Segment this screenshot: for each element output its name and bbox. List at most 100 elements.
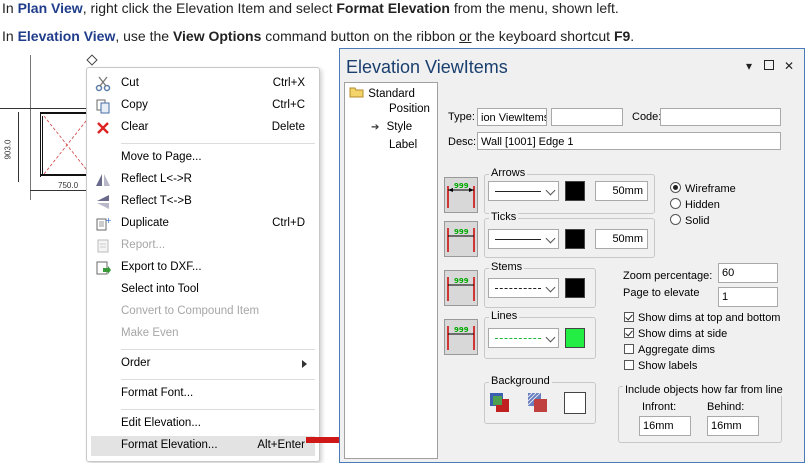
- dim-vertical-label: 903.0: [3, 139, 13, 160]
- dimension-preview-icon: 999: [447, 228, 475, 252]
- radio-label: Wireframe: [685, 183, 736, 195]
- close-icon[interactable]: ✕: [782, 59, 796, 73]
- chevron-down-icon: [545, 282, 556, 293]
- preview-label: 999: [454, 228, 469, 236]
- menu-label: Format Font...: [121, 387, 194, 399]
- infront-input[interactable]: 16mm: [639, 416, 691, 436]
- menu-item-duplicate[interactable]: + Duplicate Ctrl+D: [91, 214, 315, 234]
- lines-preview: 999: [444, 319, 478, 355]
- arrows-color-swatch[interactable]: [565, 181, 585, 201]
- stems-style-combo[interactable]: [488, 278, 559, 298]
- group-label: Arrows: [489, 167, 528, 179]
- view-options-term: View Options: [172, 28, 262, 44]
- group-label: Background: [489, 375, 552, 387]
- preview-label: 999: [454, 182, 469, 190]
- ticks-color-swatch[interactable]: [565, 229, 585, 249]
- checkbox-show-labels[interactable]: Show labels: [624, 360, 697, 372]
- ticks-style-combo[interactable]: [488, 229, 559, 249]
- stems-color-swatch[interactable]: [565, 278, 585, 298]
- background-color-swatch[interactable]: [564, 392, 586, 414]
- radio-solid[interactable]: Solid: [670, 214, 709, 227]
- tree-item-label[interactable]: Label: [389, 139, 417, 151]
- menu-item-clear[interactable]: Clear Delete: [91, 118, 315, 138]
- type-label: Type:: [448, 111, 475, 123]
- menu-item-make-even[interactable]: Make Even: [91, 324, 315, 344]
- menu-item-convert-compound[interactable]: Convert to Compound Item: [91, 302, 315, 322]
- menu-shortcut: Ctrl+D: [272, 217, 305, 229]
- group-label: Ticks: [489, 211, 519, 223]
- duplicate-icon: +: [96, 216, 111, 231]
- text: the keyboard shortcut: [471, 28, 614, 44]
- menu-item-select-into-tool[interactable]: Select into Tool: [91, 280, 315, 300]
- text: command button on the ribbon: [261, 28, 460, 44]
- menu-item-move-to-page[interactable]: Move to Page...: [91, 148, 315, 168]
- menu-item-export-dxf[interactable]: Export to DXF...: [91, 258, 315, 278]
- menu-shortcut: Delete: [271, 121, 305, 133]
- tree-label: Style: [386, 121, 413, 133]
- menu-item-order[interactable]: Order: [91, 354, 315, 374]
- line-sample: [495, 288, 541, 289]
- text: .: [630, 28, 635, 44]
- radio-dot: [670, 182, 681, 193]
- checkbox-show-dims-side[interactable]: Show dims at side: [624, 328, 727, 340]
- menu-item-reflect-tb[interactable]: Reflect T<->B: [91, 192, 315, 212]
- infront-label: Infront:: [642, 401, 677, 413]
- arrows-size-input[interactable]: 50mm: [595, 181, 648, 201]
- radio-hidden[interactable]: Hidden: [670, 198, 720, 211]
- ticks-size-input[interactable]: 50mm: [595, 229, 648, 249]
- checkbox-aggregate-dims[interactable]: Aggregate dims: [624, 344, 715, 356]
- arrow-right-icon: ➔: [371, 122, 380, 133]
- maximize-icon[interactable]: [762, 59, 776, 73]
- line-sample: [495, 338, 541, 339]
- stems-preview: 999: [444, 270, 478, 306]
- type-input-2[interactable]: [551, 108, 623, 126]
- instruction-line-2: In Elevation View, use the View Options …: [2, 28, 634, 44]
- tree-root-standard[interactable]: Standard: [349, 86, 415, 100]
- radio-wireframe[interactable]: Wireframe: [670, 182, 736, 195]
- elevation-view-term: Elevation View: [17, 28, 116, 44]
- dropdown-menu-icon[interactable]: ▾: [742, 59, 756, 73]
- page-to-elevate-label: Page to elevate: [623, 287, 700, 299]
- menu-separator: [121, 409, 315, 410]
- menu-label: Report...: [121, 239, 166, 251]
- menu-shortcut: Ctrl+X: [272, 77, 305, 89]
- arrows-style-combo[interactable]: [488, 181, 559, 201]
- menu-label: Clear: [121, 121, 149, 133]
- tree-item-position[interactable]: Position: [389, 103, 430, 115]
- plan-view-term: Plan View: [17, 0, 83, 16]
- menu-item-cut[interactable]: Cut Ctrl+X: [91, 74, 315, 94]
- behind-input[interactable]: 16mm: [707, 416, 759, 436]
- menu-item-edit-elevation[interactable]: Edit Elevation...: [91, 414, 315, 434]
- svg-text:+: +: [105, 216, 111, 225]
- instruction-line-1: In Plan View, right click the Elevation …: [2, 0, 619, 16]
- checkbox-show-dims-top-bottom[interactable]: Show dims at top and bottom: [624, 312, 780, 324]
- menu-label: Reflect L<->R: [121, 173, 192, 185]
- reflect-vertical-icon: [97, 195, 109, 209]
- lines-color-swatch[interactable]: [565, 328, 585, 348]
- menu-item-format-font[interactable]: Format Font...: [91, 384, 315, 404]
- page-to-elevate-input[interactable]: 1: [718, 287, 778, 307]
- background-palette-button[interactable]: [489, 392, 511, 414]
- menu-item-format-elevation[interactable]: Format Elevation... Alt+Enter: [91, 436, 315, 456]
- menu-item-reflect-lr[interactable]: Reflect L<->R: [91, 170, 315, 190]
- menu-item-report[interactable]: Report...: [91, 236, 315, 256]
- menu-separator: [121, 379, 315, 380]
- dimension-preview-icon: 999: [447, 277, 475, 301]
- code-input[interactable]: [660, 108, 781, 126]
- menu-item-copy[interactable]: Copy Ctrl+C: [91, 96, 315, 116]
- elevation-viewitems-dialog: Elevation ViewItems ▾ ✕ Standard Positio…: [339, 48, 805, 463]
- code-label: Code:: [632, 111, 662, 123]
- checkbox-box: [624, 360, 634, 370]
- lines-style-combo[interactable]: [488, 328, 559, 348]
- type-input[interactable]: ion ViewItems: [477, 108, 547, 126]
- desc-input[interactable]: Wall [1001] Edge 1: [477, 132, 781, 150]
- export-icon: [96, 261, 111, 275]
- plan-node-marker[interactable]: [86, 54, 98, 66]
- radio-dot: [670, 198, 681, 209]
- format-elevation-term: Format Elevation: [336, 0, 450, 16]
- background-pattern-button[interactable]: [527, 392, 549, 414]
- dimension-preview-icon: 999: [447, 182, 475, 208]
- dimension-preview-icon: 999: [447, 326, 475, 350]
- tree-item-style[interactable]: ➔ Style: [371, 121, 412, 133]
- zoom-input[interactable]: 60: [718, 263, 778, 283]
